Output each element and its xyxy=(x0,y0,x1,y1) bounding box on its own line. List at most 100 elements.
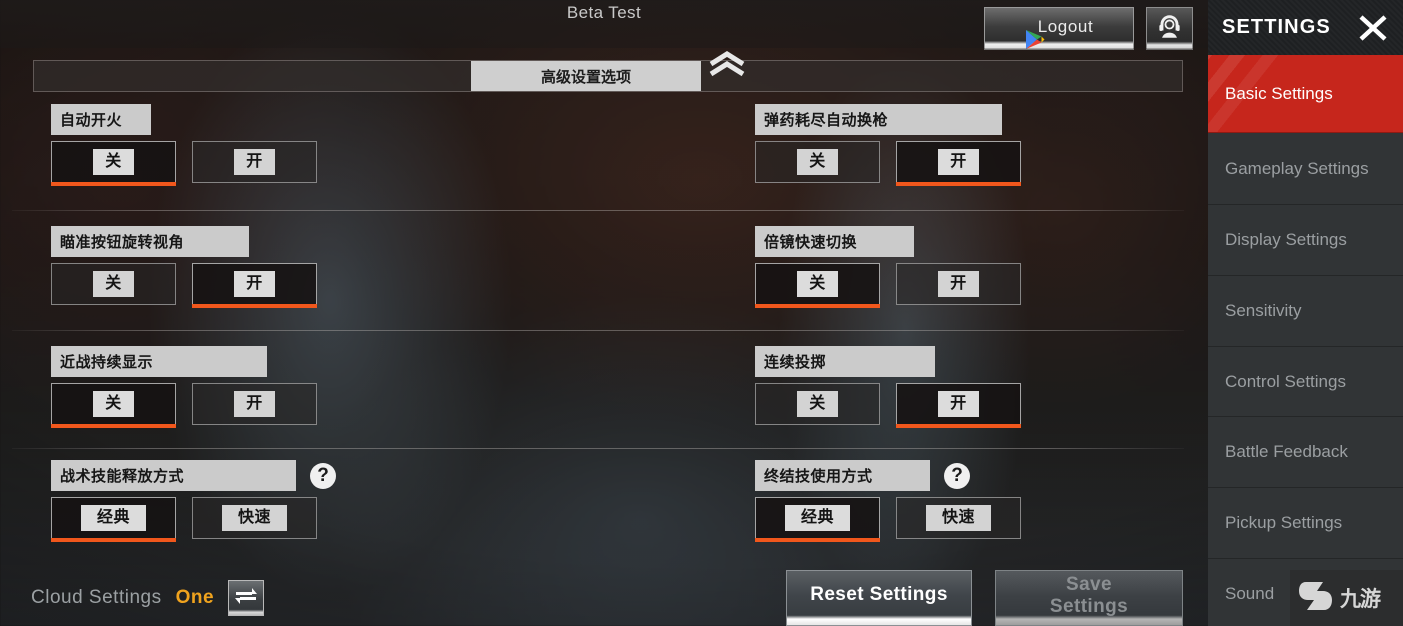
toggle-option[interactable]: 关 xyxy=(755,141,880,183)
setting-options: 经典 快速 xyxy=(51,497,317,542)
row-divider xyxy=(12,210,1184,211)
toggle-option[interactable]: 快速 xyxy=(896,497,1021,539)
row-divider xyxy=(12,330,1184,331)
toggle-option-selected[interactable]: 关 xyxy=(755,263,880,308)
setting-left-1: 瞄准按钮旋转视角关开 xyxy=(51,226,317,308)
swap-arrows-icon xyxy=(234,586,258,611)
headset-support-icon xyxy=(1156,13,1183,45)
advanced-settings-bar: 高级设置选项 xyxy=(33,60,1183,92)
toggle-option-selected[interactable]: 关 xyxy=(51,141,176,186)
toggle-option-label: 开 xyxy=(234,271,275,297)
toggle-option-label: 开 xyxy=(938,391,979,417)
row-divider xyxy=(12,448,1184,449)
setting-right-0: 弹药耗尽自动换枪关开 xyxy=(755,104,1021,186)
toggle-option[interactable]: 关 xyxy=(51,263,176,305)
toggle-option-label: 快速 xyxy=(925,505,991,531)
setting-label: 倍镜快速切换 xyxy=(755,226,914,257)
toggle-option-label: 关 xyxy=(797,391,838,417)
setting-label: 近战持续显示 xyxy=(51,346,267,377)
sidebar-item-battle-feedback[interactable]: Battle Feedback xyxy=(1208,417,1403,488)
sidebar-item-pickup-settings[interactable]: Pickup Settings xyxy=(1208,488,1403,559)
jiuyou-logo-icon xyxy=(1297,579,1335,618)
setting-options: 关开 xyxy=(51,263,317,308)
setting-label: 弹药耗尽自动换枪 xyxy=(755,104,1002,135)
toggle-option-label: 关 xyxy=(93,391,134,417)
setting-label: 连续投掷 xyxy=(755,346,935,377)
toggle-option[interactable]: 开 xyxy=(192,383,317,425)
save-settings-label: Save Settings xyxy=(1049,573,1129,617)
setting-left-2: 近战持续显示关开 xyxy=(51,346,317,428)
sidebar-item-label: Sound xyxy=(1225,584,1275,603)
setting-options: 关开 xyxy=(755,263,1021,308)
toggle-option-label: 经典 xyxy=(80,505,146,531)
sidebar-item-label: Control Settings xyxy=(1225,371,1346,391)
sidebar-item-gameplay-settings[interactable]: Gameplay Settings xyxy=(1208,133,1403,205)
setting-label: 终结技使用方式 xyxy=(755,460,930,491)
setting-right-1: 倍镜快速切换关开 xyxy=(755,226,1021,308)
toggle-option-label: 关 xyxy=(93,271,134,297)
setting-label: 瞄准按钮旋转视角 xyxy=(51,226,249,257)
sidebar-item-control-settings[interactable]: Control Settings xyxy=(1208,347,1403,417)
logout-label: Logout xyxy=(1037,16,1094,36)
jiuyou-watermark: 九游 xyxy=(1290,570,1403,626)
logout-button[interactable]: Logout xyxy=(984,7,1134,50)
reset-settings-label: Reset Settings xyxy=(810,583,948,605)
setting-label: 战术技能释放方式 xyxy=(51,460,296,491)
toggle-option-selected[interactable]: 经典 xyxy=(51,497,176,542)
reset-settings-button[interactable]: Reset Settings xyxy=(786,570,972,626)
toggle-option-label: 经典 xyxy=(784,505,850,531)
toggle-option-selected[interactable]: 经典 xyxy=(755,497,880,542)
settings-content-panel: 高级设置选项 自动开火关开弹药耗尽自动换枪关开瞄准按钮旋转视角关开倍镜快速切换关… xyxy=(0,48,1208,626)
setting-right-2: 连续投掷关开 xyxy=(755,346,1021,428)
toggle-option-selected[interactable]: 开 xyxy=(192,263,317,308)
cloud-settings-label: Cloud Settings xyxy=(31,587,162,608)
toggle-option[interactable]: 开 xyxy=(896,263,1021,305)
sidebar-title: SETTINGS xyxy=(1222,16,1331,38)
toggle-option-label: 关 xyxy=(93,149,134,175)
setting-options: 关开 xyxy=(51,383,317,428)
sidebar-item-label: Gameplay Settings xyxy=(1225,158,1369,178)
setting-options: 关开 xyxy=(51,141,317,186)
toggle-option-label: 开 xyxy=(234,391,275,417)
close-x-icon[interactable] xyxy=(1356,11,1390,45)
toggle-option-label: 关 xyxy=(797,271,838,297)
sidebar-item-label: Display Settings xyxy=(1225,230,1347,249)
setting-left-0: 自动开火关开 xyxy=(51,104,317,186)
sidebar-item-label: Pickup Settings xyxy=(1225,513,1343,532)
toggle-option-label: 开 xyxy=(938,149,979,175)
sidebar-item-label: Sensitivity xyxy=(1225,301,1302,320)
toggle-option[interactable]: 关 xyxy=(755,383,880,425)
settings-sidebar: SETTINGS Basic Settings Gameplay Settings… xyxy=(1208,0,1403,626)
toggle-option[interactable]: 快速 xyxy=(192,497,317,539)
jiuyou-watermark-text: 九游 xyxy=(1340,588,1381,611)
setting-options: 经典 快速 xyxy=(755,497,1021,542)
toggle-option[interactable]: 开 xyxy=(192,141,317,183)
sidebar-item-display-settings[interactable]: Display Settings xyxy=(1208,205,1403,276)
help-icon[interactable]: ? xyxy=(310,463,336,489)
save-settings-button[interactable]: Save Settings xyxy=(995,570,1183,626)
setting-options: 关开 xyxy=(755,141,1021,186)
cloud-settings-group: Cloud Settings One xyxy=(31,580,265,616)
toggle-option-label: 开 xyxy=(234,149,275,175)
cloud-swap-button[interactable] xyxy=(228,580,265,616)
sidebar-item-label: Basic Settings xyxy=(1225,83,1333,103)
top-bar: Beta Test Logout xyxy=(0,0,1208,50)
toggle-option-selected[interactable]: 开 xyxy=(896,141,1021,186)
setting-left-3: 战术技能释放方式? 经典 快速 xyxy=(51,460,336,542)
sidebar-items: Basic Settings Gameplay Settings Display S… xyxy=(1208,55,1403,626)
toggle-option-label: 快速 xyxy=(221,505,287,531)
setting-options: 关开 xyxy=(755,383,1021,428)
setting-label: 自动开火 xyxy=(51,104,151,135)
toggle-option-label: 关 xyxy=(797,149,838,175)
toggle-option-selected[interactable]: 开 xyxy=(896,383,1021,428)
toggle-option-label: 开 xyxy=(938,271,979,297)
chevron-up-icon[interactable] xyxy=(705,51,749,77)
advanced-settings-label: 高级设置选项 xyxy=(471,61,701,91)
support-button[interactable] xyxy=(1146,7,1193,50)
sidebar-header: SETTINGS xyxy=(1208,0,1403,55)
help-icon[interactable]: ? xyxy=(944,463,970,489)
sidebar-item-sensitivity[interactable]: Sensitivity xyxy=(1208,276,1403,347)
toggle-option-selected[interactable]: 关 xyxy=(51,383,176,428)
sidebar-item-label: Battle Feedback xyxy=(1225,442,1348,461)
sidebar-item-basic-settings[interactable]: Basic Settings xyxy=(1208,55,1403,133)
